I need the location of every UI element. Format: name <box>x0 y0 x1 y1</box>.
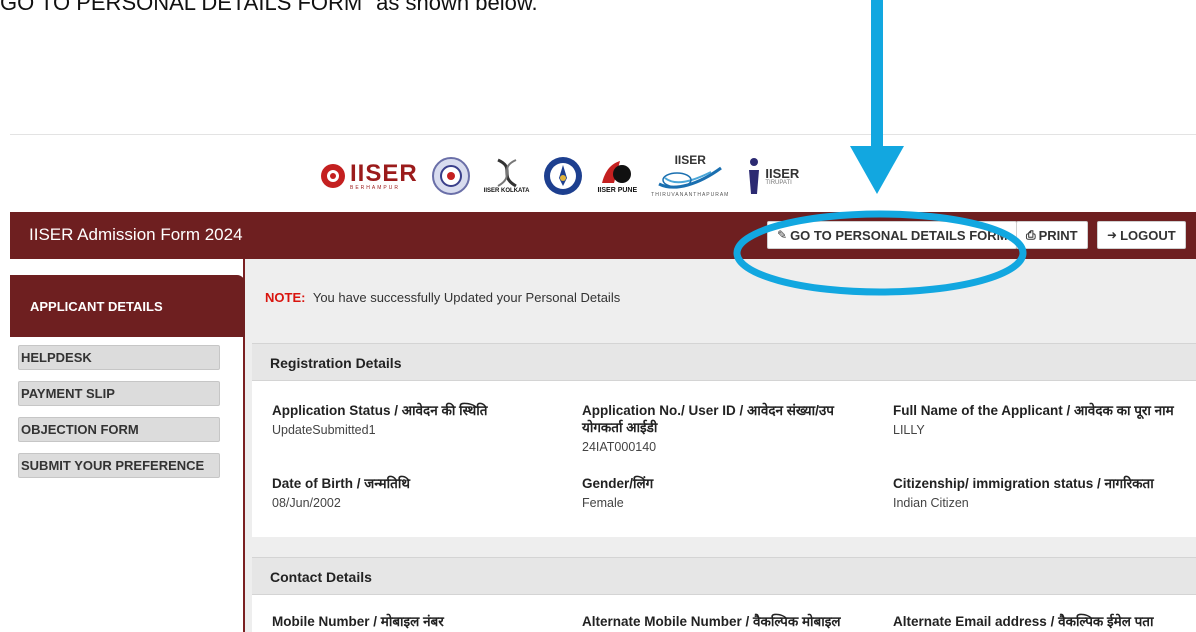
field-label: Full Name of the Applicant / आवेदक का पू… <box>893 403 1174 418</box>
registration-details-body: Application Status / आवेदन की स्थिति Upd… <box>252 381 1196 537</box>
seal-icon <box>544 157 583 195</box>
note-message: NOTE: You have successfully Updated your… <box>265 290 620 305</box>
contact-details-header: Contact Details <box>252 557 1196 595</box>
field-value: UpdateSubmitted1 <box>272 423 376 437</box>
sidebar-item-helpdesk[interactable]: HELPDESK <box>18 345 220 370</box>
pune-emblem-icon <box>602 160 632 183</box>
logo-seal-1 <box>431 157 470 195</box>
instruction-text-row: GO TO PERSONAL DETAILS FORM" as shown be… <box>0 0 1196 40</box>
emblem-icon <box>321 164 345 188</box>
figure-icon <box>749 158 760 194</box>
field-application-status: Application Status / आवेदन की स्थिति Upd… <box>272 402 562 438</box>
print-button[interactable]: ⎙ PRINT <box>1016 221 1088 249</box>
logo-text-tirupati: IISER <box>765 165 800 181</box>
logo-iiser-pune: IISER PUNE <box>597 159 637 194</box>
logo-iiser-berhampur: IISER BERHAMPUR <box>320 159 418 191</box>
logo-subtext: THIRUVANANTHAPURAM <box>651 192 730 198</box>
admission-portal-screenshot: IISER BERHAMPUR IISER KOLKATA IISER PUNE… <box>10 134 1196 632</box>
field-alternate-email: Alternate Email address / वैकल्पिक ईमेल … <box>893 613 1196 630</box>
logo-text-pune: IISER PUNE <box>597 186 638 194</box>
logo-seal-2 <box>543 156 583 196</box>
logo-text-iiser: IISER <box>350 159 418 187</box>
field-label: Mobile Number / मोबाइल नंबर <box>272 614 444 629</box>
sidebar-item-label: HELPDESK <box>21 350 92 365</box>
logo-iiser-tirupati: IISER TIRUPATI <box>743 156 799 196</box>
field-citizenship: Citizenship/ immigration status / नागरिक… <box>893 475 1183 511</box>
sidebar-item-payment-slip[interactable]: PAYMENT SLIP <box>18 381 220 406</box>
go-to-personal-details-button[interactable]: ✎ GO TO PERSONAL DETAILS FORM <box>767 221 1018 249</box>
app-title: IISER Admission Form 2024 <box>29 225 243 244</box>
logout-button[interactable]: ➜ LOGOUT <box>1097 221 1186 249</box>
registration-details-header: Registration Details <box>252 343 1196 381</box>
logout-label: LOGOUT <box>1120 227 1176 243</box>
field-value: Indian Citizen <box>893 496 969 510</box>
wave-icon <box>658 166 723 189</box>
field-value: 24IAT000140 <box>582 440 657 454</box>
note-text: You have successfully Updated your Perso… <box>312 290 621 305</box>
sidebar-item-label: SUBMIT YOUR PREFERENCE <box>21 458 205 473</box>
institute-logos: IISER BERHAMPUR IISER KOLKATA IISER PUNE… <box>320 141 813 211</box>
print-label: PRINT <box>1038 227 1078 243</box>
field-application-number: Application No./ User ID / आवेदन संख्या/… <box>582 402 872 455</box>
logo-text-kolkata: IISER KOLKATA <box>483 188 530 194</box>
field-full-name: Full Name of the Applicant / आवेदक का पू… <box>893 402 1183 438</box>
go-to-personal-details-label: GO TO PERSONAL DETAILS FORM <box>790 227 1008 243</box>
logo-iiser-thiruvananthapuram: IISER THIRUVANANTHAPURAM <box>651 154 729 198</box>
note-label: NOTE: <box>265 290 306 305</box>
field-mobile-number: Mobile Number / मोबाइल नंबर <box>272 613 572 630</box>
top-navbar: IISER Admission Form 2024 ✎ GO TO PERSON… <box>10 212 1196 259</box>
sidebar-item-objection-form[interactable]: OBJECTION FORM <box>18 417 220 442</box>
contact-details-body: Mobile Number / मोबाइल नंबर Alternate Mo… <box>252 595 1196 632</box>
field-value: Female <box>582 496 624 510</box>
field-value: 08/Jun/2002 <box>272 496 341 510</box>
field-label: Application Status / आवेदन की स्थिति <box>272 403 488 418</box>
field-alternate-mobile: Alternate Mobile Number / वैकल्पिक मोबाइ… <box>582 613 892 630</box>
logout-icon: ➜ <box>1107 228 1118 242</box>
field-label: Gender/लिंग <box>582 476 654 491</box>
field-gender: Gender/लिंग Female <box>582 475 872 511</box>
field-label: Application No./ User ID / आवेदन संख्या/… <box>582 403 834 435</box>
field-label: Citizenship/ immigration status / नागरिक… <box>893 476 1154 491</box>
tab-applicant-details-label: APPLICANT DETAILS <box>30 299 163 314</box>
print-icon: ⎙ <box>1026 227 1036 242</box>
sidebar-item-label: OBJECTION FORM <box>21 422 139 437</box>
sidebar-item-submit-preference[interactable]: SUBMIT YOUR PREFERENCE <box>18 453 220 478</box>
registration-details-title: Registration Details <box>270 355 402 371</box>
logo-iiser-kolkata: IISER KOLKATA <box>483 158 530 194</box>
field-label: Alternate Email address / वैकल्पिक ईमेल … <box>893 614 1154 629</box>
field-label: Alternate Mobile Number / वैकल्पिक मोबाइ… <box>582 614 841 629</box>
instruction-text: GO TO PERSONAL DETAILS FORM" as shown be… <box>0 0 538 15</box>
field-value: LILLY <box>893 423 925 437</box>
tab-applicant-details[interactable]: APPLICANT DETAILS <box>10 275 245 337</box>
contact-details-title: Contact Details <box>270 569 372 585</box>
logo-bar: IISER BERHAMPUR IISER KOLKATA IISER PUNE… <box>10 135 1196 212</box>
field-label: Date of Birth / जन्मतिथि <box>272 476 410 491</box>
edit-icon: ✎ <box>777 228 788 242</box>
main-content: NOTE: You have successfully Updated your… <box>245 259 1196 632</box>
sidebar-item-label: PAYMENT SLIP <box>21 386 115 401</box>
field-date-of-birth: Date of Birth / जन्मतिथि 08/Jun/2002 <box>272 475 562 511</box>
logo-text-tvm: IISER <box>674 153 706 167</box>
seal-icon <box>431 157 470 195</box>
dna-icon <box>496 158 517 188</box>
